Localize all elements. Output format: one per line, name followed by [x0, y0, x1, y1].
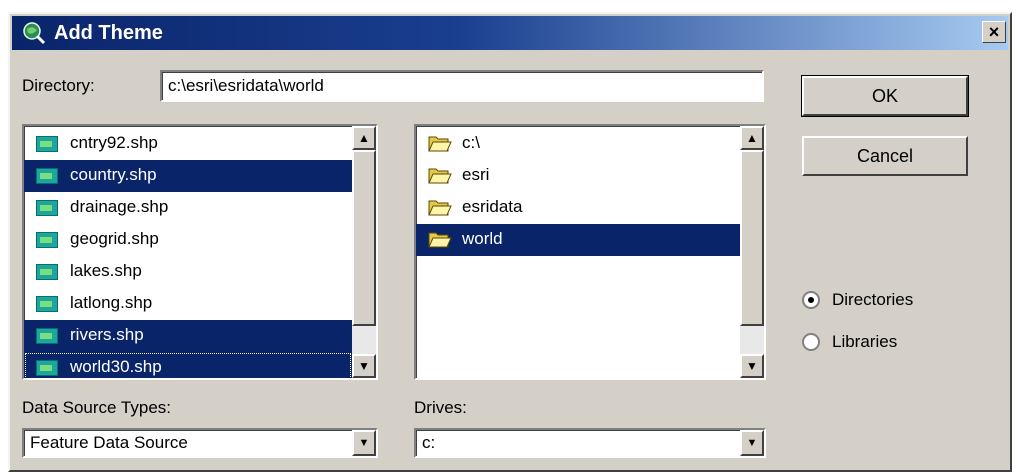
shapefile-icon [36, 296, 58, 312]
drives-value: c: [422, 433, 436, 452]
open-folder-icon [428, 200, 452, 216]
file-list-item[interactable]: latlong.shp [24, 288, 352, 320]
globe-magnifier-icon [23, 22, 46, 45]
folder-list-scrollbar[interactable]: ▲ ▼ [740, 126, 764, 378]
directories-radio[interactable] [802, 291, 820, 309]
scroll-up-button[interactable]: ▲ [352, 126, 376, 150]
drives-select[interactable]: c: ▼ [414, 428, 766, 458]
data-source-types-value: Feature Data Source [30, 433, 188, 452]
close-button[interactable]: × [982, 21, 1006, 43]
directory-label: Directory: [22, 76, 95, 95]
folder-name: c:\ [462, 133, 480, 152]
file-list-scrollbar[interactable]: ▲ ▼ [352, 126, 376, 378]
shapefile-icon [36, 168, 58, 184]
folder-name: esridata [462, 197, 523, 216]
file-name: rivers.shp [70, 325, 144, 344]
scroll-thumb[interactable] [740, 150, 764, 326]
scroll-down-button[interactable]: ▼ [740, 354, 764, 378]
data-source-types-select[interactable]: Feature Data Source ▼ [22, 428, 378, 458]
libraries-label[interactable]: Libraries [832, 332, 897, 352]
file-list-item[interactable]: drainage.shp [24, 192, 352, 224]
folder-list-item[interactable]: world [416, 224, 740, 256]
title-bar[interactable]: Add Theme × [12, 16, 1008, 50]
file-list-item[interactable]: world30.shp [24, 352, 352, 378]
shapefile-icon [36, 232, 58, 248]
file-list-item[interactable]: cntry92.shp [24, 128, 352, 160]
folder-list-item[interactable]: esridata [416, 192, 740, 224]
data-source-types-label: Data Source Types: [22, 398, 171, 417]
directories-label[interactable]: Directories [832, 290, 913, 310]
folder-name: world [462, 229, 503, 248]
file-list[interactable]: cntry92.shp country.shp drainage.shp geogri… [22, 124, 378, 380]
cancel-button[interactable]: Cancel [802, 136, 968, 176]
folder-list[interactable]: c:\ esri esridata world ▲ ▼ [414, 124, 766, 380]
scroll-up-button[interactable]: ▲ [740, 126, 764, 150]
shapefile-icon [36, 200, 58, 216]
file-list-item[interactable]: country.shp [24, 160, 352, 192]
scroll-down-button[interactable]: ▼ [352, 354, 376, 378]
dropdown-arrow-icon[interactable]: ▼ [740, 430, 764, 456]
file-name: country.shp [70, 165, 157, 184]
dropdown-arrow-icon[interactable]: ▼ [352, 430, 376, 456]
shapefile-icon [36, 136, 58, 152]
file-list-item[interactable]: lakes.shp [24, 256, 352, 288]
open-folder-icon [428, 136, 452, 152]
open-folder-icon [428, 232, 452, 248]
folder-name: esri [462, 165, 490, 184]
directory-field[interactable]: c:\esri\esridata\world [160, 70, 764, 102]
shapefile-icon [36, 328, 58, 344]
file-list-item[interactable]: geogrid.shp [24, 224, 352, 256]
file-name: world30.shp [70, 357, 162, 376]
folder-list-item[interactable]: esri [416, 160, 740, 192]
file-name: lakes.shp [70, 261, 142, 280]
open-folder-icon [428, 168, 452, 184]
shapefile-icon [36, 264, 58, 280]
add-theme-dialog: Add Theme × Directory: c:\esri\esridata\… [8, 12, 1012, 472]
ok-button[interactable]: OK [801, 75, 969, 117]
file-name: drainage.shp [70, 197, 169, 216]
radio-selected-dot [808, 297, 814, 303]
file-name: geogrid.shp [70, 229, 159, 248]
file-name: latlong.shp [70, 293, 153, 312]
shapefile-icon [36, 360, 58, 376]
folder-list-item[interactable]: c:\ [416, 128, 740, 160]
file-list-item[interactable]: rivers.shp [24, 320, 352, 352]
drives-label: Drives: [414, 398, 467, 417]
file-name: cntry92.shp [70, 133, 158, 152]
libraries-radio[interactable] [802, 333, 820, 351]
window-title: Add Theme [54, 22, 163, 44]
scroll-thumb[interactable] [352, 150, 376, 326]
